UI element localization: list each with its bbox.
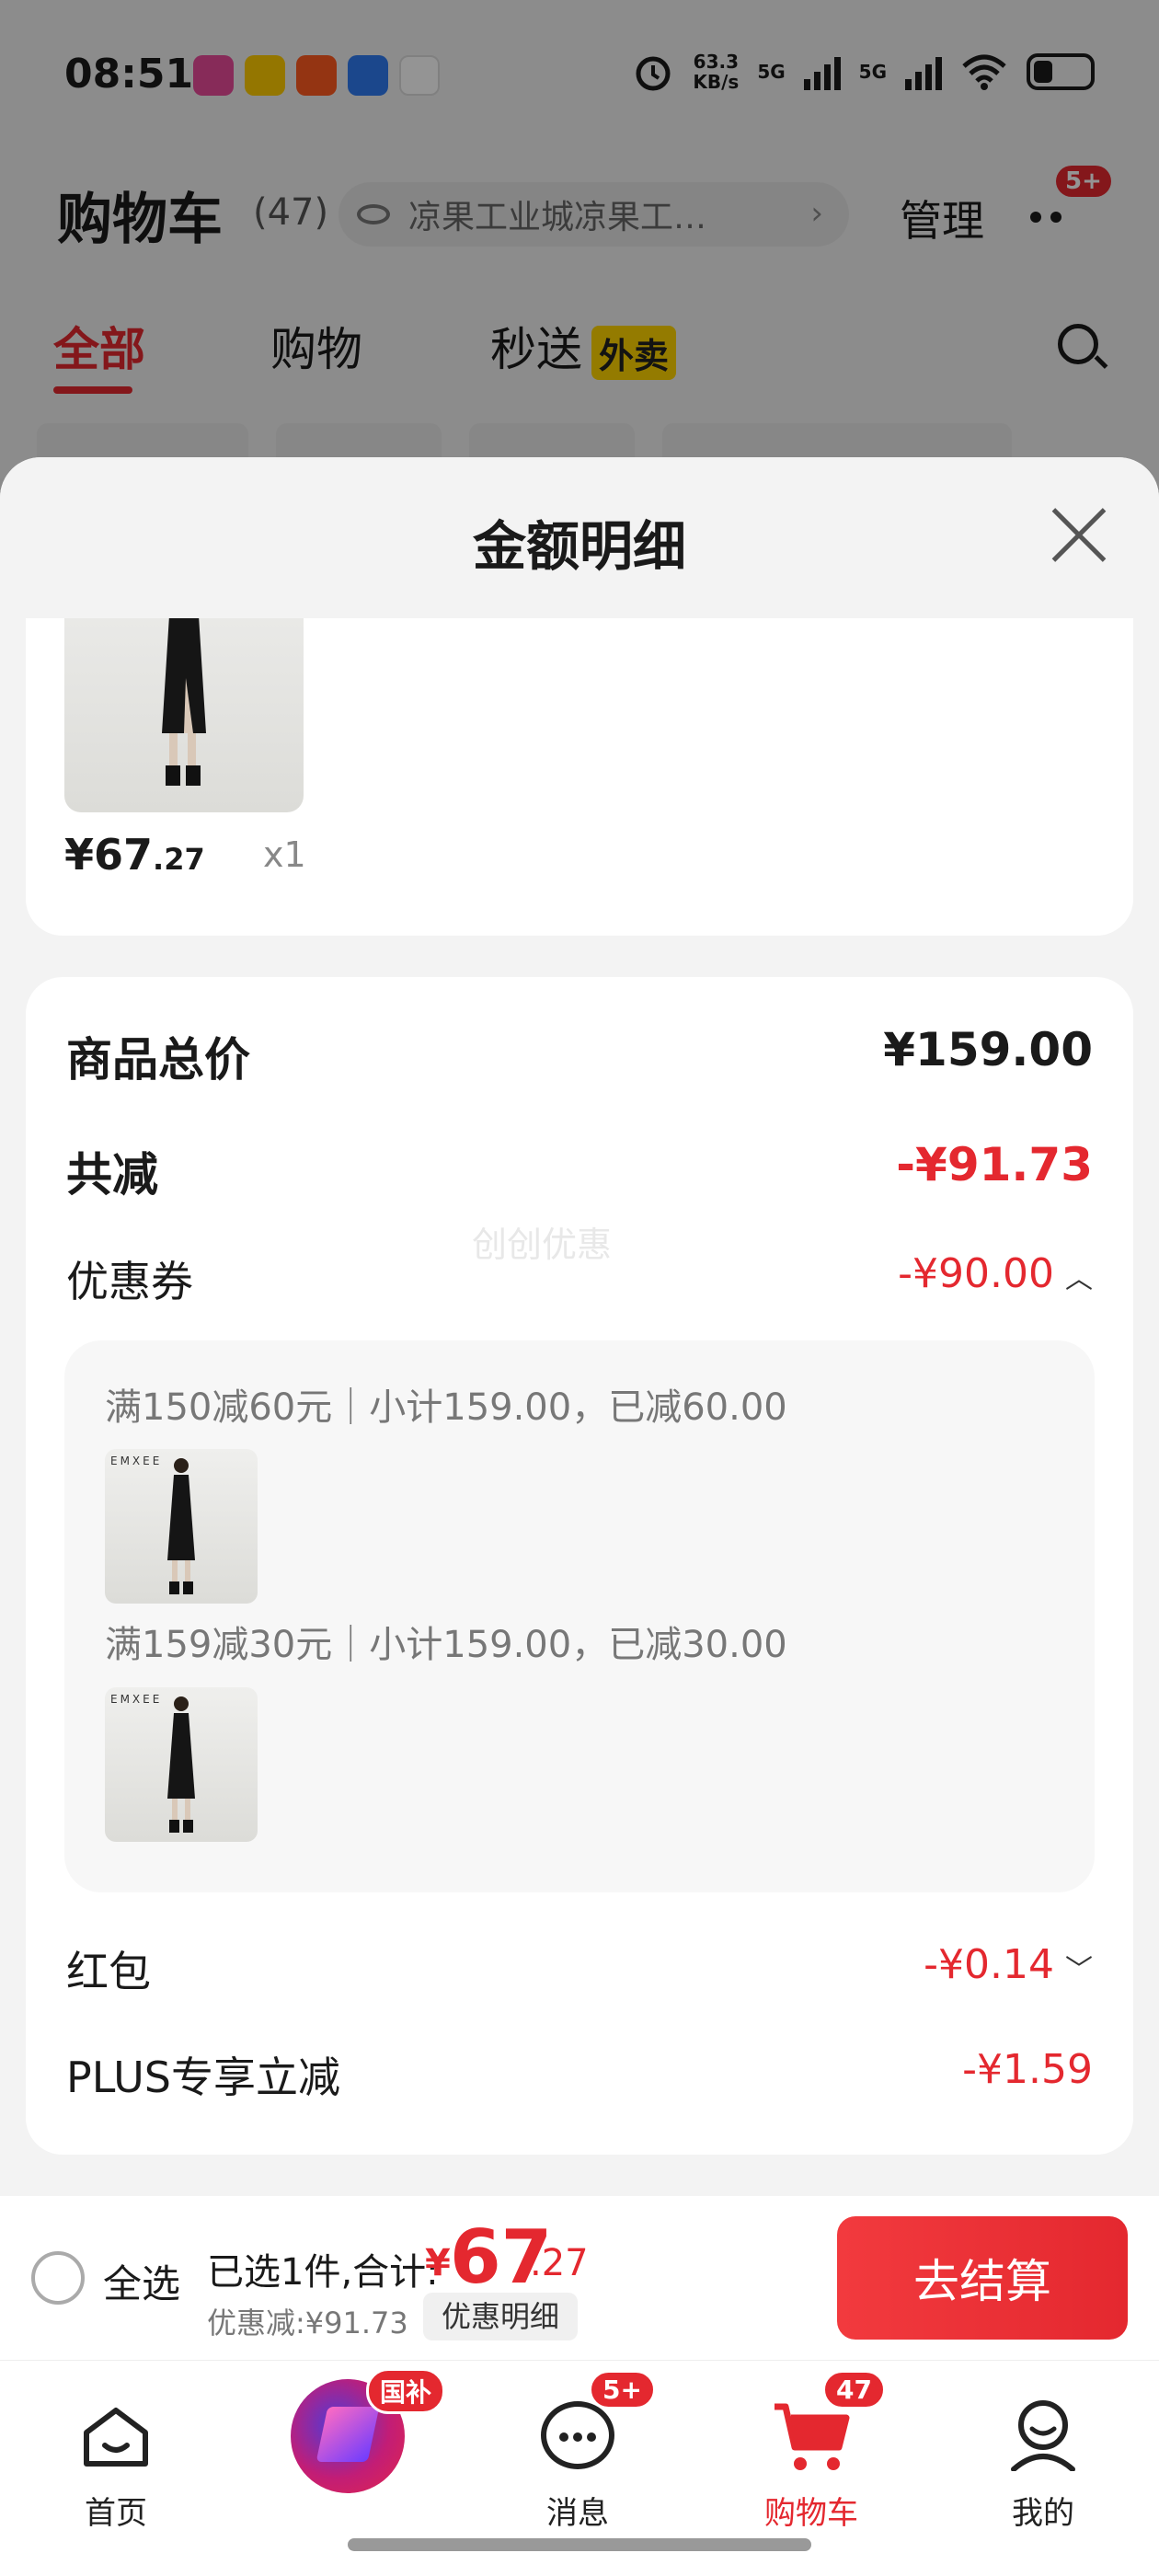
watermark: 创创优惠 — [472, 1225, 613, 1265]
product-quantity: x1 — [263, 834, 306, 875]
select-all-label[interactable]: 全选 — [103, 2253, 180, 2309]
profile-icon — [1011, 2400, 1075, 2471]
tabbar-item-cart[interactable]: 购物车 47 — [738, 2370, 886, 2534]
checkout-bar: 全选 已选1件,合计: ¥ 67 .27 优惠减:¥91.73 优惠明细 去结算 — [0, 2196, 1159, 2360]
message-icon — [541, 2401, 614, 2469]
tabbar-label: 消息 — [546, 2495, 609, 2532]
tabbar-label: 我的 — [1012, 2495, 1074, 2532]
discount-value: -¥91.73 — [896, 1138, 1093, 1191]
gesture-bar[interactable] — [348, 2538, 811, 2551]
dress-figure — [167, 1458, 195, 1594]
message-badge: 5+ — [589, 2370, 656, 2409]
total-price-value: ¥159.00 — [883, 1023, 1093, 1076]
coupon-value: -¥90.00 — [898, 1250, 1054, 1297]
close-icon[interactable] — [1049, 505, 1109, 566]
plus-discount-value: -¥1.59 — [962, 2046, 1093, 2093]
promo-badge: 国补 — [366, 2368, 446, 2414]
coupon-product-image: EMXEE — [105, 1687, 258, 1842]
coupon-rule-2: 满159减30元｜小计159.00，已减30.00 — [105, 1624, 787, 1666]
saved-amount: 优惠减:¥91.73 — [207, 2306, 408, 2340]
sheet-header: 金额明细 — [0, 457, 1159, 618]
tabbar-item-home[interactable]: 首页 — [42, 2377, 189, 2534]
redpacket-label: 红包 — [66, 1947, 151, 1996]
modal-overlay[interactable] — [0, 0, 1159, 478]
redpacket-toggle[interactable]: -¥0.14 ﹀ — [924, 1941, 1093, 1988]
plus-discount-label: PLUS专享立减 — [66, 2053, 340, 2102]
amount-detail-sheet: ¥67.27 x1 商品总价 ¥159.00 共减 -¥91.73 创创优惠 优… — [0, 457, 1159, 2196]
sheet-title: 金额明细 — [472, 515, 686, 578]
coupon-toggle[interactable]: -¥90.00 ︿ — [898, 1250, 1093, 1297]
coupon-detail-box: 满150减60元｜小计159.00，已减60.00 EMXEE 满159减30元… — [64, 1340, 1095, 1892]
home-icon — [84, 2408, 148, 2467]
cart-icon — [775, 2403, 850, 2470]
tabbar-item-messages[interactable]: 消息 5+ — [504, 2370, 656, 2534]
product-price-int: ¥67 — [64, 830, 154, 880]
tabbar-label: 购物车 — [764, 2495, 858, 2532]
chevron-down-icon: ﹀ — [1065, 1954, 1093, 1986]
coupon-rule-1: 满150减60元｜小计159.00，已减60.00 — [105, 1386, 787, 1429]
bottom-tabbar: 首页 国补 消息 5+ 购物车 47 我的 — [0, 2360, 1159, 2576]
discount-detail-button[interactable]: 优惠明细 — [423, 2293, 579, 2340]
checkout-button[interactable]: 去结算 — [837, 2216, 1128, 2340]
dress-figure — [167, 1696, 195, 1833]
tabbar-label: 首页 — [85, 2495, 147, 2532]
coupon-product-image: EMXEE — [105, 1449, 258, 1604]
redpacket-value: -¥0.14 — [924, 1941, 1054, 1988]
product-price: ¥67.27 — [64, 830, 205, 880]
tabbar-item-profile[interactable]: 我的 — [970, 2377, 1117, 2534]
chevron-up-icon: ︿ — [1065, 1263, 1093, 1295]
select-all-checkbox[interactable] — [31, 2251, 85, 2305]
total-decimal: .27 — [530, 2242, 589, 2284]
discount-label: 共减 — [66, 1148, 158, 1202]
cart-badge: 47 — [822, 2370, 886, 2409]
coupon-label: 优惠券 — [66, 1257, 193, 1306]
selected-summary: 已选1件,合计: — [207, 2251, 439, 2294]
total-currency: ¥ — [425, 2242, 451, 2284]
product-price-dec: .27 — [153, 842, 205, 877]
price-summary-card: 商品总价 ¥159.00 共减 -¥91.73 创创优惠 优惠券 -¥90.00… — [26, 977, 1133, 2155]
product-card: ¥67.27 x1 — [26, 568, 1133, 936]
background-page: 08:51 63.3 KB/s 5G 5G 购物车 (47) 凉果工业城凉果工…… — [0, 0, 1159, 478]
total-price-label: 商品总价 — [66, 1033, 250, 1087]
